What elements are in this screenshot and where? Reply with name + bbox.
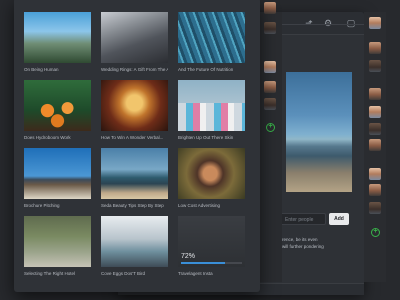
thumbnail: 72% (178, 216, 245, 267)
avatar[interactable] (264, 22, 276, 34)
card-caption: Wedding Rings: A Gift From The Art (101, 67, 168, 72)
thumbnail (101, 80, 168, 131)
gallery-card[interactable]: How To Win A Wonder Verbal... (101, 80, 168, 148)
card-caption: Brochure Pitching (24, 203, 60, 208)
add-button[interactable]: Add (329, 213, 349, 225)
avatar[interactable] (369, 17, 381, 29)
thumbnail (178, 12, 245, 63)
gallery-card[interactable]: Brochure Pitching (24, 148, 91, 216)
add-people-row: Enter people Add (280, 213, 350, 227)
thumbnail (24, 80, 91, 131)
card-caption: Low Cost Advertising (178, 203, 221, 208)
card-caption: On Being Human (24, 67, 59, 72)
thumbnail (24, 148, 91, 199)
card-caption: Cove Eggs Dos'T Bird (101, 271, 146, 276)
chat-icon[interactable]: ▢ (346, 18, 356, 28)
avatar[interactable] (369, 88, 381, 100)
avatar[interactable] (264, 61, 276, 73)
thumbnail (101, 216, 168, 267)
thumbnail (101, 148, 168, 199)
gallery-card[interactable]: Wedding Rings: A Gift From The Art (101, 12, 168, 80)
card-caption: Seda Beauty Tips Step By Step (101, 203, 164, 208)
gallery-card[interactable]: And The Future Of Nutrition (178, 12, 245, 80)
selected-photo[interactable] (286, 72, 352, 192)
gallery-card[interactable]: Low Cost Advertising (178, 148, 245, 216)
avatar[interactable] (369, 42, 381, 54)
upload-progress-label: 72% (181, 253, 196, 260)
card-caption: And The Future Of Nutrition (178, 67, 234, 72)
avatar[interactable] (264, 98, 276, 110)
card-caption: Travelagent Insta (178, 271, 213, 276)
thumbnail (24, 12, 91, 63)
gallery-card-uploading[interactable]: 72% Travelagent Insta (178, 216, 245, 284)
gallery-card[interactable]: Selecting The Right Hotel (24, 216, 91, 284)
card-caption: Brighten Up Out There Skin (178, 135, 234, 140)
gallery-window: On Being Human Wedding Rings: A Gift Fro… (14, 0, 260, 292)
gallery-card[interactable]: Does Hydroboom Work (24, 80, 91, 148)
share-icon[interactable]: ⬏ (304, 18, 314, 28)
avatar[interactable] (369, 202, 381, 214)
gallery-card[interactable]: Cove Eggs Dos'T Bird (101, 216, 168, 284)
avatar[interactable] (264, 2, 276, 14)
thumbnail (101, 12, 168, 63)
avatar[interactable] (369, 106, 381, 118)
add-circle-icon[interactable]: + (371, 228, 380, 237)
avatar[interactable] (369, 139, 381, 151)
avatar[interactable] (264, 81, 276, 93)
upload-progress-fill (181, 262, 225, 264)
gallery-card[interactable]: Seda Beauty Tips Step By Step (101, 148, 168, 216)
people-input[interactable]: Enter people (280, 213, 326, 225)
avatar[interactable] (369, 123, 381, 135)
gallery-card[interactable]: Brighten Up Out There Skin (178, 80, 245, 148)
comment-text: rence, be its even will further ponderin… (282, 237, 352, 250)
thumbnail (178, 148, 245, 199)
card-caption: Selecting The Right Hotel (24, 271, 75, 276)
participants-rail: + (364, 12, 386, 282)
gallery-card[interactable]: On Being Human (24, 12, 91, 80)
thumbnail (24, 216, 91, 267)
settings-icon[interactable]: ⚙ (323, 18, 333, 28)
add-circle-icon[interactable]: + (266, 123, 275, 132)
participants-rail: + (260, 2, 282, 282)
avatar[interactable] (369, 60, 381, 72)
comment-line: will further pondering (282, 243, 324, 249)
thumbnail (178, 80, 245, 131)
card-caption: Does Hydroboom Work (24, 135, 71, 140)
card-caption: How To Win A Wonder Verbal... (101, 135, 164, 140)
avatar[interactable] (369, 168, 381, 180)
upload-progress-bar (181, 262, 242, 264)
avatar[interactable] (369, 184, 381, 196)
